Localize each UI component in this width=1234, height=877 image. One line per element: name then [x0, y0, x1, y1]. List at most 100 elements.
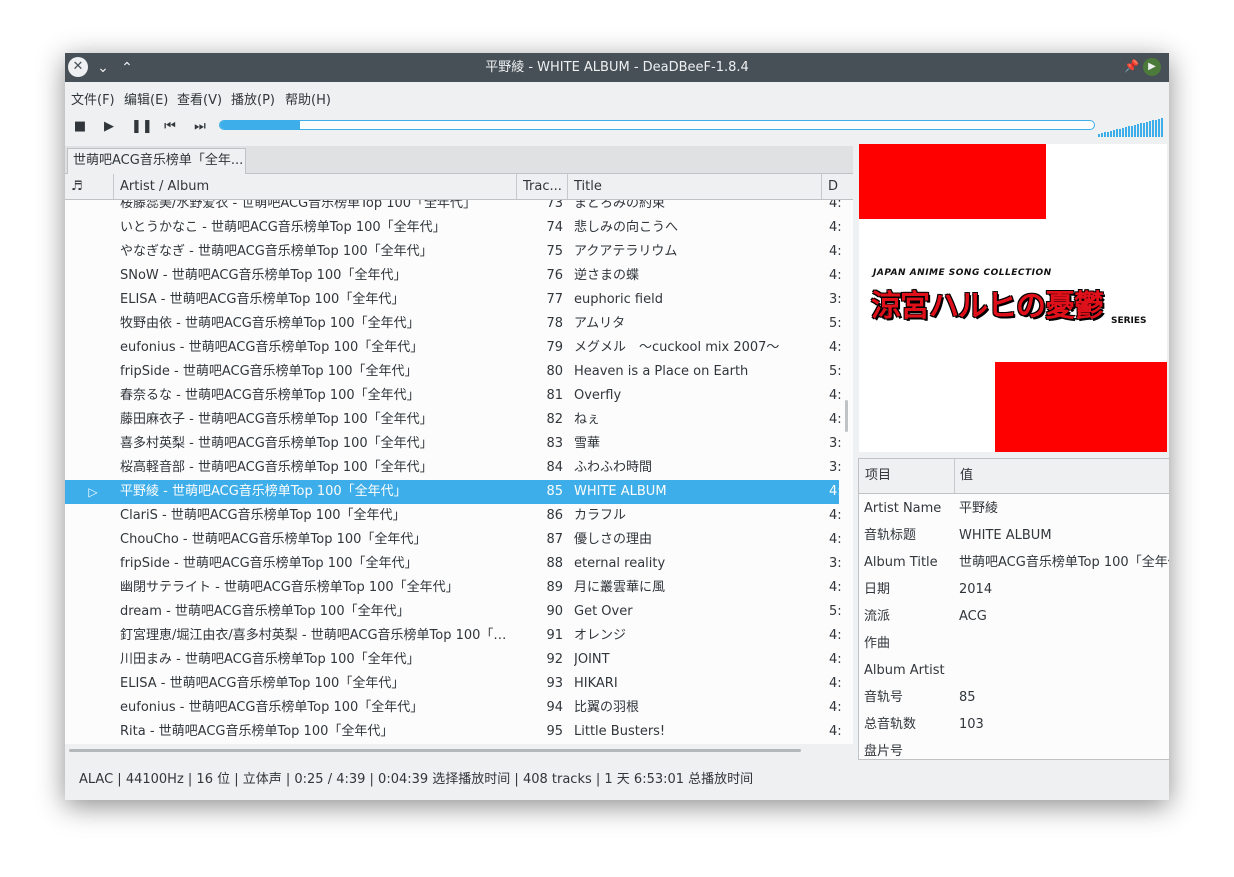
table-row[interactable]: fripSide - 世萌吧ACG音乐榜单Top 100「全年代」 88 etern…	[65, 552, 841, 576]
table-row[interactable]: いとうかなこ - 世萌吧ACG音乐榜单Top 100「全年代」 74 悲しみの向こう…	[65, 216, 841, 240]
previous-icon[interactable]: ⏮	[161, 118, 179, 136]
table-row[interactable]: 川田まみ - 世萌吧ACG音乐榜单Top 100「全年代」 92 JOINT 4:	[65, 648, 841, 672]
volume-bar-segment	[1110, 130, 1112, 137]
table-row[interactable]: 春奈るな - 世萌吧ACG音乐榜单Top 100「全年代」 81 Overfly 4:	[65, 384, 841, 408]
row-duration: 3:	[829, 292, 841, 307]
table-row[interactable]: 桜藤蕊美/水野爱衣 - 世萌吧ACG音乐榜单Top 100「全年代」 73 まどろみ…	[65, 200, 841, 216]
table-row[interactable]: fripSide - 世萌吧ACG音乐榜单Top 100「全年代」 80 Heave…	[65, 360, 841, 384]
column-artist-album[interactable]: Artist / Album	[114, 174, 517, 199]
property-value: 世萌吧ACG音乐榜单Top 100「全年代」	[959, 555, 1169, 570]
row-artist-album: 藤田麻衣子 - 世萌吧ACG音乐榜单Top 100「全年代」	[120, 412, 433, 427]
title-bar: ✕ ⌄ ⌃ 平野綾 - WHITE ALBUM - DeaDBeeF-1.8.4…	[65, 53, 1169, 82]
property-value: 103	[959, 717, 984, 732]
pin-icon[interactable]: 📌	[1124, 59, 1139, 73]
table-row[interactable]: 幽閉サテライト - 世萌吧ACG音乐榜单Top 100「全年代」 89 月に叢雲華に…	[65, 576, 841, 600]
playlist-scrollbar[interactable]	[845, 400, 848, 432]
table-row[interactable]: ELISA - 世萌吧ACG音乐榜单Top 100「全年代」 93 HIKARI 4:	[65, 672, 841, 696]
window-title: 平野綾 - WHITE ALBUM - DeaDBeeF-1.8.4	[485, 60, 749, 75]
property-row[interactable]: 流派 ACG	[859, 603, 1169, 630]
row-duration: 5:	[829, 364, 841, 379]
property-row[interactable]: Artist Name 平野綾	[859, 495, 1169, 522]
table-row[interactable]: eufonius - 世萌吧ACG音乐榜单Top 100「全年代」 94 比翼の羽根…	[65, 696, 841, 720]
play-icon[interactable]: ▶	[100, 118, 118, 136]
row-artist-album: 桜藤蕊美/水野爱衣 - 世萌吧ACG音乐榜单Top 100「全年代」	[120, 200, 477, 211]
row-duration: 4:	[829, 676, 841, 691]
playlist-tab[interactable]: 世萌吧ACG音乐榜单「全年...	[67, 148, 246, 174]
column-track[interactable]: Trac...	[517, 174, 568, 199]
stop-icon[interactable]: ■	[71, 118, 89, 136]
row-title: JOINT	[574, 652, 610, 667]
property-row[interactable]: Album Artist	[859, 657, 1169, 684]
property-row[interactable]: 音轨标题 WHITE ALBUM	[859, 522, 1169, 549]
table-row[interactable]: ▷ 平野綾 - 世萌吧ACG音乐榜单Top 100「全年代」 85 WHITE ALB…	[65, 480, 841, 504]
property-key: Artist Name	[864, 501, 942, 516]
playlist-tab-bar: 世萌吧ACG音乐榜单「全年...	[65, 146, 853, 174]
volume-bar-segment	[1113, 130, 1115, 137]
row-duration: 4:	[829, 268, 841, 283]
table-row[interactable]: 桜高軽音部 - 世萌吧ACG音乐榜单Top 100「全年代」 84 ふわふわ時間 3:	[65, 456, 841, 480]
status-bar: ALAC | 44100Hz | 16 位 | 立体声 | 0:25 / 4:3…	[79, 772, 754, 787]
table-row[interactable]: 喜多村英梨 - 世萌吧ACG音乐榜单Top 100「全年代」 83 雪華 3:	[65, 432, 841, 456]
pause-icon[interactable]: ❚❚	[131, 118, 153, 136]
column-playing[interactable]: ♬	[65, 174, 114, 199]
playlist-horizontal-scrollbar[interactable]	[69, 749, 801, 752]
row-artist-album: eufonius - 世萌吧ACG音乐榜单Top 100「全年代」	[120, 700, 424, 715]
menu-view[interactable]: 查看(V)	[177, 89, 222, 108]
row-track-number: 95	[546, 724, 563, 739]
menu-playback[interactable]: 播放(P)	[231, 89, 275, 108]
volume-bar-segment	[1116, 129, 1118, 137]
table-row[interactable]: dream - 世萌吧ACG音乐榜单Top 100「全年代」 90 Get Over…	[65, 600, 841, 624]
property-row[interactable]: 音轨号 85	[859, 684, 1169, 711]
row-title: アムリタ	[574, 316, 626, 331]
menu-help[interactable]: 帮助(H)	[285, 89, 331, 108]
table-row[interactable]: SNoW - 世萌吧ACG音乐榜单Top 100「全年代」 76 逆さまの蝶 4:	[65, 264, 841, 288]
table-row[interactable]: 釘宮理恵/堀江由衣/喜多村英梨 - 世萌吧ACG音乐榜单Top 100「全...…	[65, 624, 841, 648]
row-title: カラフル	[574, 508, 627, 523]
property-row[interactable]: Album Title 世萌吧ACG音乐榜单Top 100「全年代」	[859, 549, 1169, 576]
row-title: 比翼の羽根	[574, 700, 640, 715]
property-key: 作曲	[864, 636, 891, 651]
row-title: 雪華	[574, 436, 601, 451]
properties-value-header[interactable]: 值	[960, 459, 973, 493]
table-row[interactable]: やなぎなぎ - 世萌吧ACG音乐榜单Top 100「全年代」 75 アクアテラリウム…	[65, 240, 841, 264]
volume-bar-segment	[1098, 134, 1100, 137]
column-duration[interactable]: D	[822, 174, 853, 199]
column-title[interactable]: Title	[568, 174, 822, 199]
property-key: 日期	[864, 582, 891, 597]
table-row[interactable]: 藤田麻衣子 - 世萌吧ACG音乐榜单Top 100「全年代」 82 ねぇ 4:	[65, 408, 841, 432]
property-row[interactable]: 盘片号	[859, 738, 1169, 759]
seek-bar[interactable]	[219, 120, 1095, 130]
volume-bar-segment	[1146, 121, 1148, 137]
property-key: 盘片号	[864, 744, 904, 759]
row-title: Little Busters!	[574, 724, 666, 739]
next-icon[interactable]: ⏭	[191, 118, 209, 136]
row-title: 逆さまの蝶	[574, 268, 640, 283]
menu-edit[interactable]: 编辑(E)	[124, 89, 168, 108]
row-title: まどろみの約束	[574, 200, 666, 211]
volume-bar-segment	[1137, 124, 1139, 137]
row-track-number: 82	[546, 412, 563, 427]
row-title: 優しさの理由	[574, 532, 653, 547]
table-row[interactable]: ClariS - 世萌吧ACG音乐榜单Top 100「全年代」 86 カラフル 4:	[65, 504, 841, 528]
row-title: euphoric field	[574, 292, 663, 307]
property-row[interactable]: 作曲	[859, 630, 1169, 657]
properties-key-header[interactable]: 项目	[865, 459, 891, 493]
row-track-number: 87	[546, 532, 563, 547]
volume-bar[interactable]	[1098, 117, 1166, 137]
row-track-number: 79	[546, 340, 563, 355]
playlist: ♬ Artist / Album Trac... Title D 桜藤蕊美/水野…	[65, 174, 853, 744]
property-row[interactable]: 日期 2014	[859, 576, 1169, 603]
table-row[interactable]: 牧野由依 - 世萌吧ACG音乐榜单Top 100「全年代」 78 アムリタ 5:	[65, 312, 841, 336]
volume-bar-segment	[1122, 127, 1124, 137]
row-duration: 4:	[829, 628, 841, 643]
table-row[interactable]: ChouCho - 世萌吧ACG音乐榜单Top 100「全年代」 87 優しさの理由…	[65, 528, 841, 552]
row-track-number: 84	[546, 460, 563, 475]
table-row[interactable]: Rita - 世萌吧ACG音乐榜单Top 100「全年代」 95 Little Bu…	[65, 720, 841, 744]
playlist-header: ♬ Artist / Album Trac... Title D	[65, 174, 853, 200]
art-title: 涼宮ハルヒの憂鬱	[871, 289, 1104, 324]
table-row[interactable]: eufonius - 世萌吧ACG音乐榜单Top 100「全年代」 79 メグメル …	[65, 336, 841, 360]
menu-file[interactable]: 文件(F)	[71, 89, 115, 108]
row-track-number: 80	[546, 364, 563, 379]
table-row[interactable]: ELISA - 世萌吧ACG音乐榜单Top 100「全年代」 77 euphoric…	[65, 288, 841, 312]
property-row[interactable]: 总音轨数 103	[859, 711, 1169, 738]
